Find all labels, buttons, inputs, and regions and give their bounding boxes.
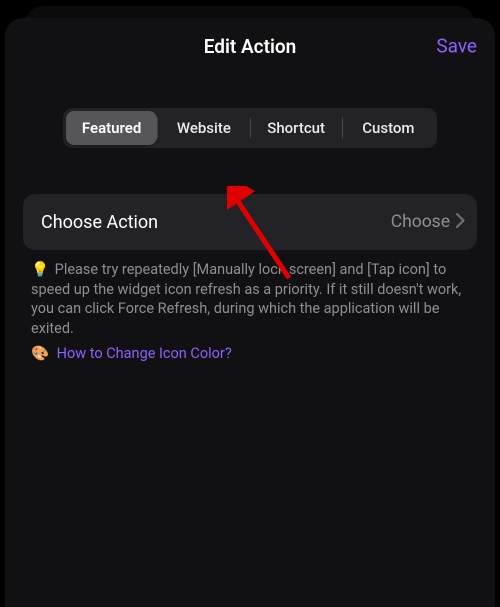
segment-label: Website <box>177 119 231 137</box>
segment-custom[interactable]: Custom <box>343 111 434 145</box>
sheet-header: Edit Action Save <box>5 18 495 74</box>
edit-action-sheet: Edit Action Save Featured Website Shortc… <box>5 18 495 607</box>
segment-label: Featured <box>82 119 141 137</box>
choose-action-label: Choose Action <box>41 212 391 233</box>
chevron-right-icon <box>456 213 465 232</box>
segment-label: Custom <box>362 119 414 137</box>
category-segmented-control[interactable]: Featured Website Shortcut Custom <box>63 108 437 148</box>
change-icon-color-link[interactable]: How to Change Icon Color? <box>57 345 232 362</box>
choose-action-row[interactable]: Choose Action Choose <box>23 194 477 250</box>
help-note-body: Please try repeatedly [Manually lock scr… <box>31 261 461 337</box>
segment-label: Shortcut <box>267 119 325 137</box>
bulb-icon: 💡 <box>31 261 49 278</box>
segment-featured[interactable]: Featured <box>66 111 157 145</box>
palette-icon: 🎨 <box>31 345 49 362</box>
save-button[interactable]: Save <box>436 35 477 58</box>
sheet-title: Edit Action <box>204 35 297 58</box>
segment-shortcut[interactable]: Shortcut <box>251 111 342 145</box>
segment-website[interactable]: Website <box>158 111 249 145</box>
help-note: 💡 Please try repeatedly [Manually lock s… <box>31 260 469 364</box>
choose-action-value: Choose <box>391 212 450 232</box>
